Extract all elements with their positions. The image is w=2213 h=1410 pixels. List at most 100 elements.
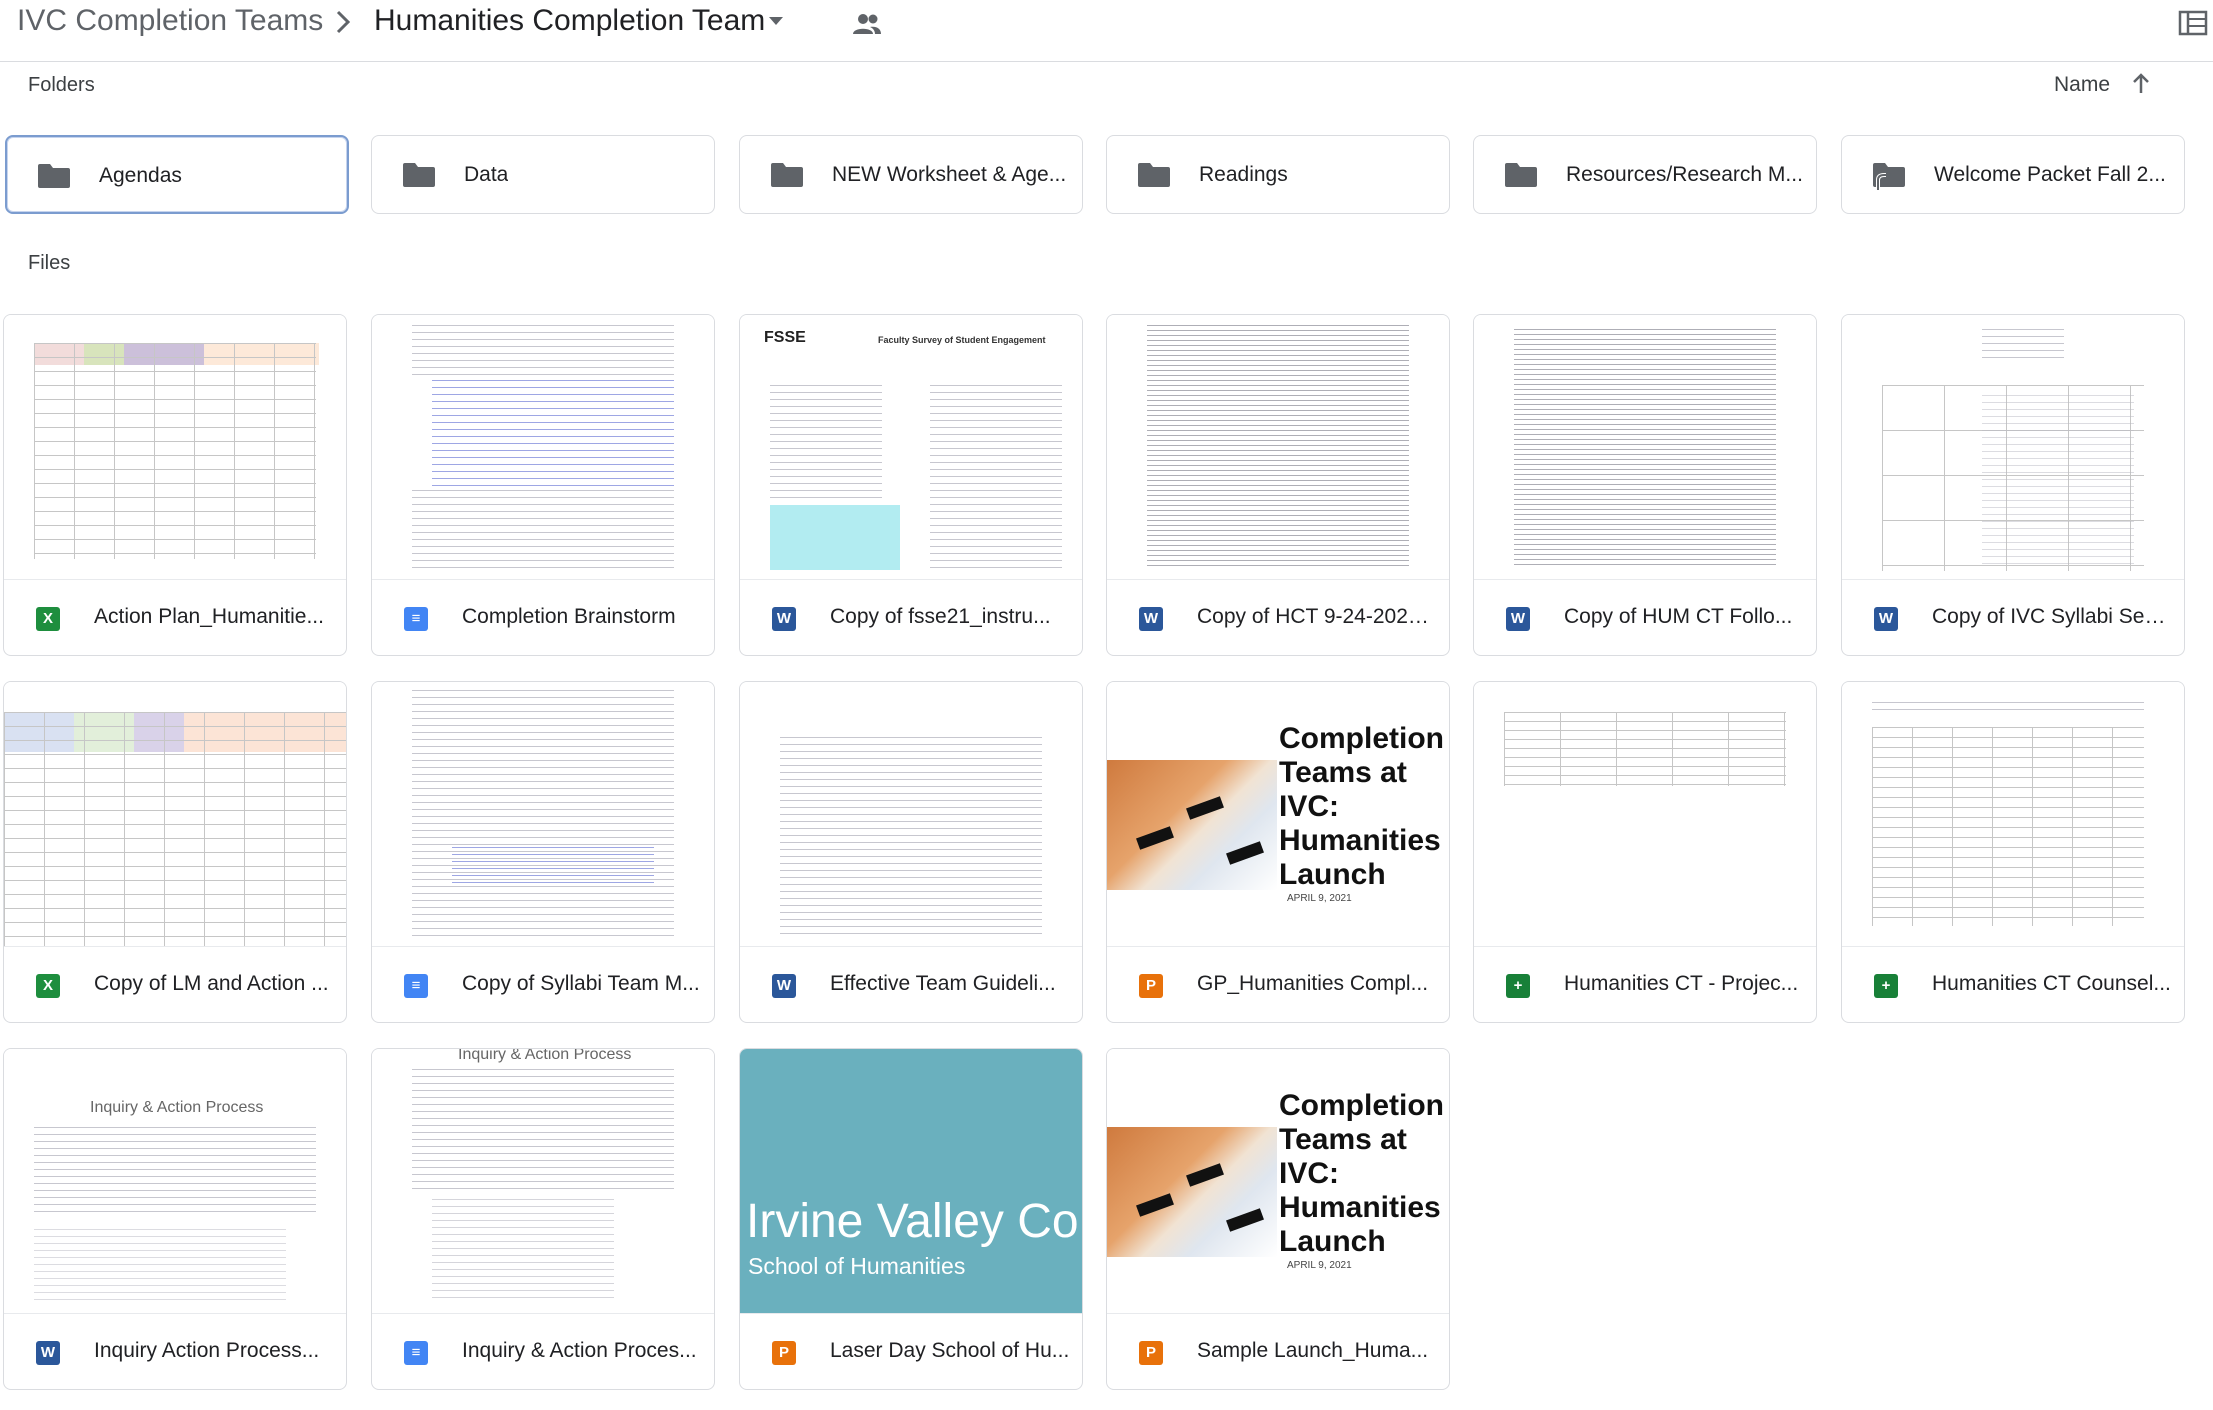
file-name: Copy of IVC Syllabi Ses...	[1932, 605, 2172, 628]
folder-icon	[1504, 162, 1538, 193]
slide-title: Completion Teams at IVC: Humanities Laun…	[1279, 1089, 1444, 1258]
file-card[interactable]: ≡ Completion Brainstorm	[371, 314, 715, 656]
file-card[interactable]: + Humanities CT Counsel...	[1841, 681, 2185, 1023]
file-card[interactable]: Completion Teams at IVC: Humanities Laun…	[1106, 681, 1450, 1023]
folder-item-agendas[interactable]: Agendas	[5, 135, 349, 214]
sort-arrow-up-icon[interactable]	[2130, 72, 2152, 101]
word-icon: W	[772, 607, 796, 631]
file-card[interactable]: Completion Teams at IVC: Humanities Laun…	[1106, 1048, 1450, 1390]
slide-date: APRIL 9, 2021	[1287, 1260, 1352, 1271]
file-card[interactable]: X Action Plan_Humanitie...	[3, 314, 347, 656]
file-name: Sample Launch_Huma...	[1197, 1339, 1429, 1362]
folder-item-readings[interactable]: Readings	[1106, 135, 1450, 214]
file-thumbnail	[372, 682, 714, 947]
file-card[interactable]: W Copy of IVC Syllabi Ses...	[1841, 314, 2185, 656]
file-card[interactable]: ≡ Copy of Syllabi Team M...	[371, 681, 715, 1023]
people-icon[interactable]	[852, 12, 882, 41]
file-name: Copy of Syllabi Team M...	[462, 972, 700, 995]
file-thumbnail: Completion Teams at IVC: Humanities Laun…	[1107, 1049, 1449, 1314]
file-name: Copy of HUM CT Follo...	[1564, 605, 1793, 628]
breadcrumb-root[interactable]: IVC Completion Teams	[17, 4, 323, 38]
excel-icon: X	[36, 974, 60, 998]
laser-day-slide: Irvine Valley Co School of Humanities	[740, 1049, 1082, 1313]
graduation-image	[1107, 1127, 1277, 1257]
powerpoint-icon: P	[772, 1341, 796, 1365]
powerpoint-icon: P	[1139, 1341, 1163, 1365]
folders-section-label: Folders	[28, 74, 95, 96]
folder-name: Readings	[1199, 163, 1288, 186]
folder-item-welcome-packet[interactable]: Welcome Packet Fall 2...	[1841, 135, 2185, 214]
slide-heading: Irvine Valley Co	[746, 1195, 1079, 1248]
sort-by-name-button[interactable]: Name	[2054, 73, 2110, 97]
word-icon: W	[1139, 607, 1163, 631]
file-thumbnail	[1474, 315, 1816, 580]
file-thumbnail: Irvine Valley Co School of Humanities	[740, 1049, 1082, 1314]
file-thumbnail	[4, 682, 346, 947]
file-card[interactable]: + Humanities CT - Projec...	[1473, 681, 1817, 1023]
file-card[interactable]: W Copy of HUM CT Follo...	[1473, 314, 1817, 656]
folder-icon	[402, 162, 436, 193]
folder-name: Agendas	[99, 164, 182, 187]
fsse-logo: FSSE	[764, 329, 806, 346]
file-name: Humanities CT Counsel...	[1932, 972, 2171, 995]
chevron-down-icon[interactable]	[766, 14, 786, 33]
folder-item-new-worksheet[interactable]: NEW Worksheet & Age...	[739, 135, 1083, 214]
inquiry-heading: Inquiry & Action Process	[458, 1049, 632, 1063]
file-name: Inquiry Action Process...	[94, 1339, 320, 1362]
file-card[interactable]: X Copy of LM and Action ...	[3, 681, 347, 1023]
word-icon: W	[1506, 607, 1530, 631]
slide-subheading: School of Humanities	[748, 1253, 966, 1279]
file-name: Laser Day School of Hu...	[830, 1339, 1070, 1362]
file-card[interactable]: Inquiry & Action Process W Inquiry Actio…	[3, 1048, 347, 1390]
folder-name: Welcome Packet Fall 2...	[1934, 163, 2166, 186]
top-bar: IVC Completion Teams Humanities Completi…	[0, 0, 2213, 62]
excel-icon: X	[36, 607, 60, 631]
breadcrumb-current[interactable]: Humanities Completion Team	[374, 4, 765, 38]
file-thumbnail: FSSE Faculty Survey of Student Engagemen…	[740, 315, 1082, 580]
folder-name: Resources/Research M...	[1566, 163, 1803, 186]
folder-shortcut-icon	[1872, 162, 1906, 197]
word-icon: W	[36, 1341, 60, 1365]
folder-icon	[770, 162, 804, 193]
word-icon: W	[1874, 607, 1898, 631]
google-docs-icon: ≡	[404, 974, 428, 998]
folder-icon	[1137, 162, 1171, 193]
file-thumbnail	[1842, 682, 2184, 947]
google-sheets-icon: +	[1506, 974, 1530, 998]
file-card[interactable]: W Effective Team Guideli...	[739, 681, 1083, 1023]
file-card[interactable]: FSSE Faculty Survey of Student Engagemen…	[739, 314, 1083, 656]
files-section-label: Files	[28, 252, 71, 274]
powerpoint-icon: P	[1139, 974, 1163, 998]
google-docs-icon: ≡	[404, 1341, 428, 1365]
slide-title: Completion Teams at IVC: Humanities Laun…	[1279, 722, 1444, 891]
file-thumbnail	[1474, 682, 1816, 947]
folder-item-resources-research[interactable]: Resources/Research M...	[1473, 135, 1817, 214]
file-thumbnail: Inquiry & Action Process	[372, 1049, 714, 1314]
folder-item-data[interactable]: Data	[371, 135, 715, 214]
google-docs-icon: ≡	[404, 607, 428, 631]
file-thumbnail: Completion Teams at IVC: Humanities Laun…	[1107, 682, 1449, 947]
graduation-image	[1107, 760, 1277, 890]
file-card[interactable]: Irvine Valley Co School of Humanities P …	[739, 1048, 1083, 1390]
file-thumbnail	[1107, 315, 1449, 580]
file-card[interactable]: Inquiry & Action Process ≡ Inquiry & Act…	[371, 1048, 715, 1390]
file-name: Humanities CT - Projec...	[1564, 972, 1799, 995]
file-name: Effective Team Guideli...	[830, 972, 1056, 995]
inquiry-heading: Inquiry & Action Process	[90, 1099, 264, 1116]
file-name: Copy of HCT 9-24-2021...	[1197, 605, 1437, 628]
file-thumbnail	[4, 315, 346, 580]
file-thumbnail	[1842, 315, 2184, 580]
file-name: Copy of LM and Action ...	[94, 972, 329, 995]
folder-name: Data	[464, 163, 509, 186]
word-icon: W	[772, 974, 796, 998]
file-thumbnail	[740, 682, 1082, 947]
details-list-icon[interactable]	[2178, 10, 2208, 41]
file-name: Action Plan_Humanitie...	[94, 605, 324, 628]
file-card[interactable]: W Copy of HCT 9-24-2021...	[1106, 314, 1450, 656]
breadcrumb-separator	[330, 2, 356, 50]
folder-icon	[37, 163, 71, 194]
file-thumbnail: Inquiry & Action Process	[4, 1049, 346, 1314]
folder-name: NEW Worksheet & Age...	[832, 163, 1067, 186]
fsse-title: Faculty Survey of Student Engagement	[878, 335, 1046, 345]
file-name: Inquiry & Action Proces...	[462, 1339, 697, 1362]
